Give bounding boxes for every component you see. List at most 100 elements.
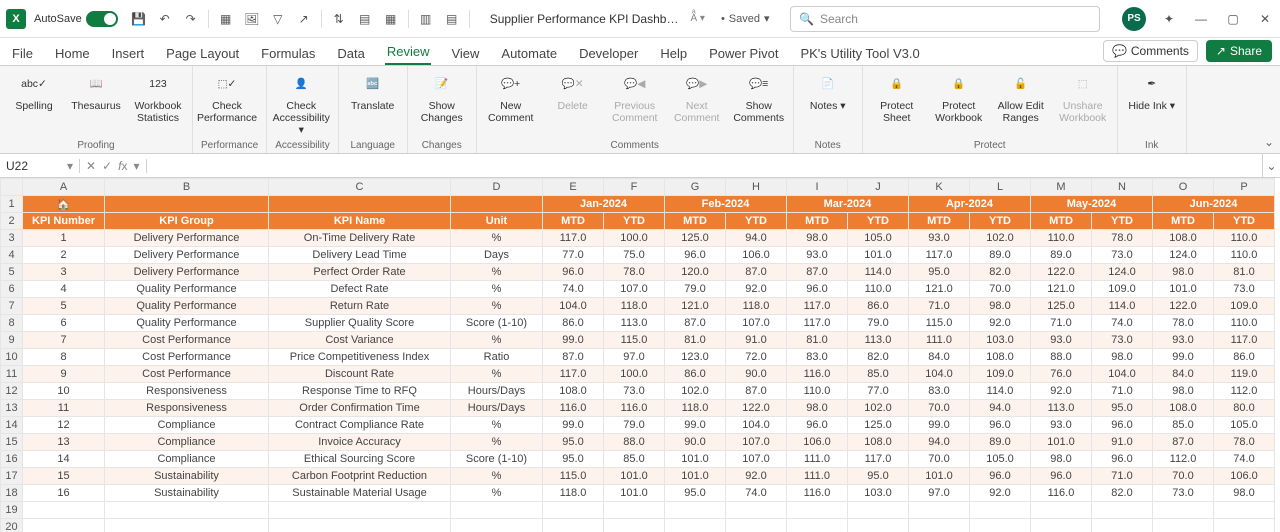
cell[interactable]: Delivery Performance xyxy=(105,247,269,264)
cell[interactable]: 94.0 xyxy=(909,434,970,451)
cell[interactable] xyxy=(543,502,604,519)
cell[interactable]: 4 xyxy=(23,281,105,298)
cell[interactable]: 104.0 xyxy=(909,366,970,383)
qat-sort-icon[interactable]: ⇅ xyxy=(330,10,348,28)
row-header-5[interactable]: 5 xyxy=(1,264,23,281)
cell[interactable]: 82.0 xyxy=(1092,485,1153,502)
cell[interactable]: 101.0 xyxy=(604,485,665,502)
qat-filter-icon[interactable]: ▽ xyxy=(269,10,287,28)
cell[interactable]: 107.0 xyxy=(726,434,787,451)
cell[interactable] xyxy=(269,519,451,532)
cell[interactable]: 87.0 xyxy=(726,264,787,281)
cell[interactable]: 84.0 xyxy=(909,349,970,366)
cell[interactable]: 75.0 xyxy=(604,247,665,264)
cell[interactable]: 90.0 xyxy=(665,434,726,451)
new-comment-button[interactable]: 💬+New Comment xyxy=(485,70,537,124)
cell[interactable]: 112.0 xyxy=(1153,451,1214,468)
minimize-icon[interactable]: — xyxy=(1192,10,1210,28)
cell[interactable]: 79.0 xyxy=(604,417,665,434)
cell[interactable]: Sustainable Material Usage xyxy=(269,485,451,502)
cell[interactable] xyxy=(23,502,105,519)
cell[interactable]: 110.0 xyxy=(1214,230,1275,247)
cell[interactable]: 108.0 xyxy=(543,383,604,400)
cell[interactable]: 101.0 xyxy=(909,468,970,485)
share-button[interactable]: ↗ Share xyxy=(1206,40,1272,62)
saved-status[interactable]: • Saved ▾ xyxy=(721,12,770,25)
cell[interactable]: 71.0 xyxy=(1031,315,1092,332)
column-header-L[interactable]: L xyxy=(970,179,1031,196)
cell[interactable]: 102.0 xyxy=(970,230,1031,247)
cell[interactable] xyxy=(451,502,543,519)
cell[interactable]: 125.0 xyxy=(1031,298,1092,315)
cell[interactable]: 71.0 xyxy=(1092,468,1153,485)
cell[interactable]: 101.0 xyxy=(1153,281,1214,298)
cell[interactable]: Responsiveness xyxy=(105,383,269,400)
cell[interactable]: % xyxy=(451,298,543,315)
cell[interactable] xyxy=(1214,519,1275,532)
cell[interactable]: 109.0 xyxy=(970,366,1031,383)
column-header-M[interactable]: M xyxy=(1031,179,1092,196)
workbook-statistics-button[interactable]: 123Workbook Statistics xyxy=(132,70,184,124)
cell[interactable] xyxy=(1031,519,1092,532)
cell[interactable]: 87.0 xyxy=(787,264,848,281)
cell[interactable]: 87.0 xyxy=(665,315,726,332)
row-header-2[interactable]: 2 xyxy=(1,213,23,230)
cell[interactable]: 96.0 xyxy=(787,417,848,434)
cell[interactable]: 95.0 xyxy=(543,451,604,468)
cell[interactable]: Supplier Quality Score xyxy=(269,315,451,332)
cell[interactable]: 78.0 xyxy=(1214,434,1275,451)
tab-review[interactable]: Review xyxy=(385,40,432,65)
cell[interactable]: Quality Performance xyxy=(105,298,269,315)
protect-sheet-button[interactable]: 🔒Protect Sheet xyxy=(871,70,923,124)
cell[interactable] xyxy=(543,519,604,532)
row-header-9[interactable]: 9 xyxy=(1,332,23,349)
cell[interactable]: Order Confirmation Time xyxy=(269,400,451,417)
cell[interactable]: 81.0 xyxy=(1214,264,1275,281)
cell[interactable]: Price Competitiveness Index xyxy=(269,349,451,366)
cell[interactable]: 122.0 xyxy=(1153,298,1214,315)
cell[interactable]: 12 xyxy=(23,417,105,434)
cell[interactable] xyxy=(1092,502,1153,519)
cell[interactable]: Responsiveness xyxy=(105,400,269,417)
cell[interactable]: 78.0 xyxy=(604,264,665,281)
cell[interactable]: 106.0 xyxy=(787,434,848,451)
cell[interactable]: 124.0 xyxy=(1092,264,1153,281)
cell[interactable]: 124.0 xyxy=(1153,247,1214,264)
cell[interactable]: 6 xyxy=(23,315,105,332)
cell[interactable]: Compliance xyxy=(105,417,269,434)
cell[interactable]: 73.0 xyxy=(1214,281,1275,298)
cell[interactable]: 91.0 xyxy=(1092,434,1153,451)
copilot-icon[interactable]: ✦ xyxy=(1160,10,1178,28)
cell[interactable]: 74.0 xyxy=(726,485,787,502)
cell[interactable]: 7 xyxy=(23,332,105,349)
cell[interactable]: 96.0 xyxy=(1092,451,1153,468)
cell[interactable]: 82.0 xyxy=(848,349,909,366)
cell[interactable] xyxy=(665,502,726,519)
chevron-down-icon[interactable]: ▾ xyxy=(67,159,73,173)
grid[interactable]: ABCDEFGHIJKLMNOP 1🏠Jan-2024Feb-2024Mar-2… xyxy=(0,178,1275,532)
cell[interactable]: 2 xyxy=(23,247,105,264)
cell[interactable]: Cost Performance xyxy=(105,332,269,349)
column-header-C[interactable]: C xyxy=(269,179,451,196)
cell[interactable]: 92.0 xyxy=(970,315,1031,332)
cell[interactable]: 96.0 xyxy=(1031,468,1092,485)
cell[interactable]: 117.0 xyxy=(1214,332,1275,349)
cell[interactable]: 99.0 xyxy=(543,332,604,349)
cell[interactable]: 11 xyxy=(23,400,105,417)
cell[interactable]: 80.0 xyxy=(1214,400,1275,417)
cell[interactable]: 118.0 xyxy=(543,485,604,502)
cell[interactable]: 76.0 xyxy=(1031,366,1092,383)
column-header-D[interactable]: D xyxy=(451,179,543,196)
row-header-18[interactable]: 18 xyxy=(1,485,23,502)
cell[interactable]: 109.0 xyxy=(1214,298,1275,315)
tab-help[interactable]: Help xyxy=(658,42,689,65)
cell[interactable]: 95.0 xyxy=(909,264,970,281)
cell[interactable]: Sustainability xyxy=(105,485,269,502)
cell[interactable]: 83.0 xyxy=(909,383,970,400)
cell[interactable]: 98.0 xyxy=(787,400,848,417)
comments-button[interactable]: 💬 Comments xyxy=(1103,40,1198,62)
cell[interactable] xyxy=(848,502,909,519)
cell[interactable] xyxy=(604,519,665,532)
cell[interactable]: Defect Rate xyxy=(269,281,451,298)
cell[interactable]: 71.0 xyxy=(909,298,970,315)
